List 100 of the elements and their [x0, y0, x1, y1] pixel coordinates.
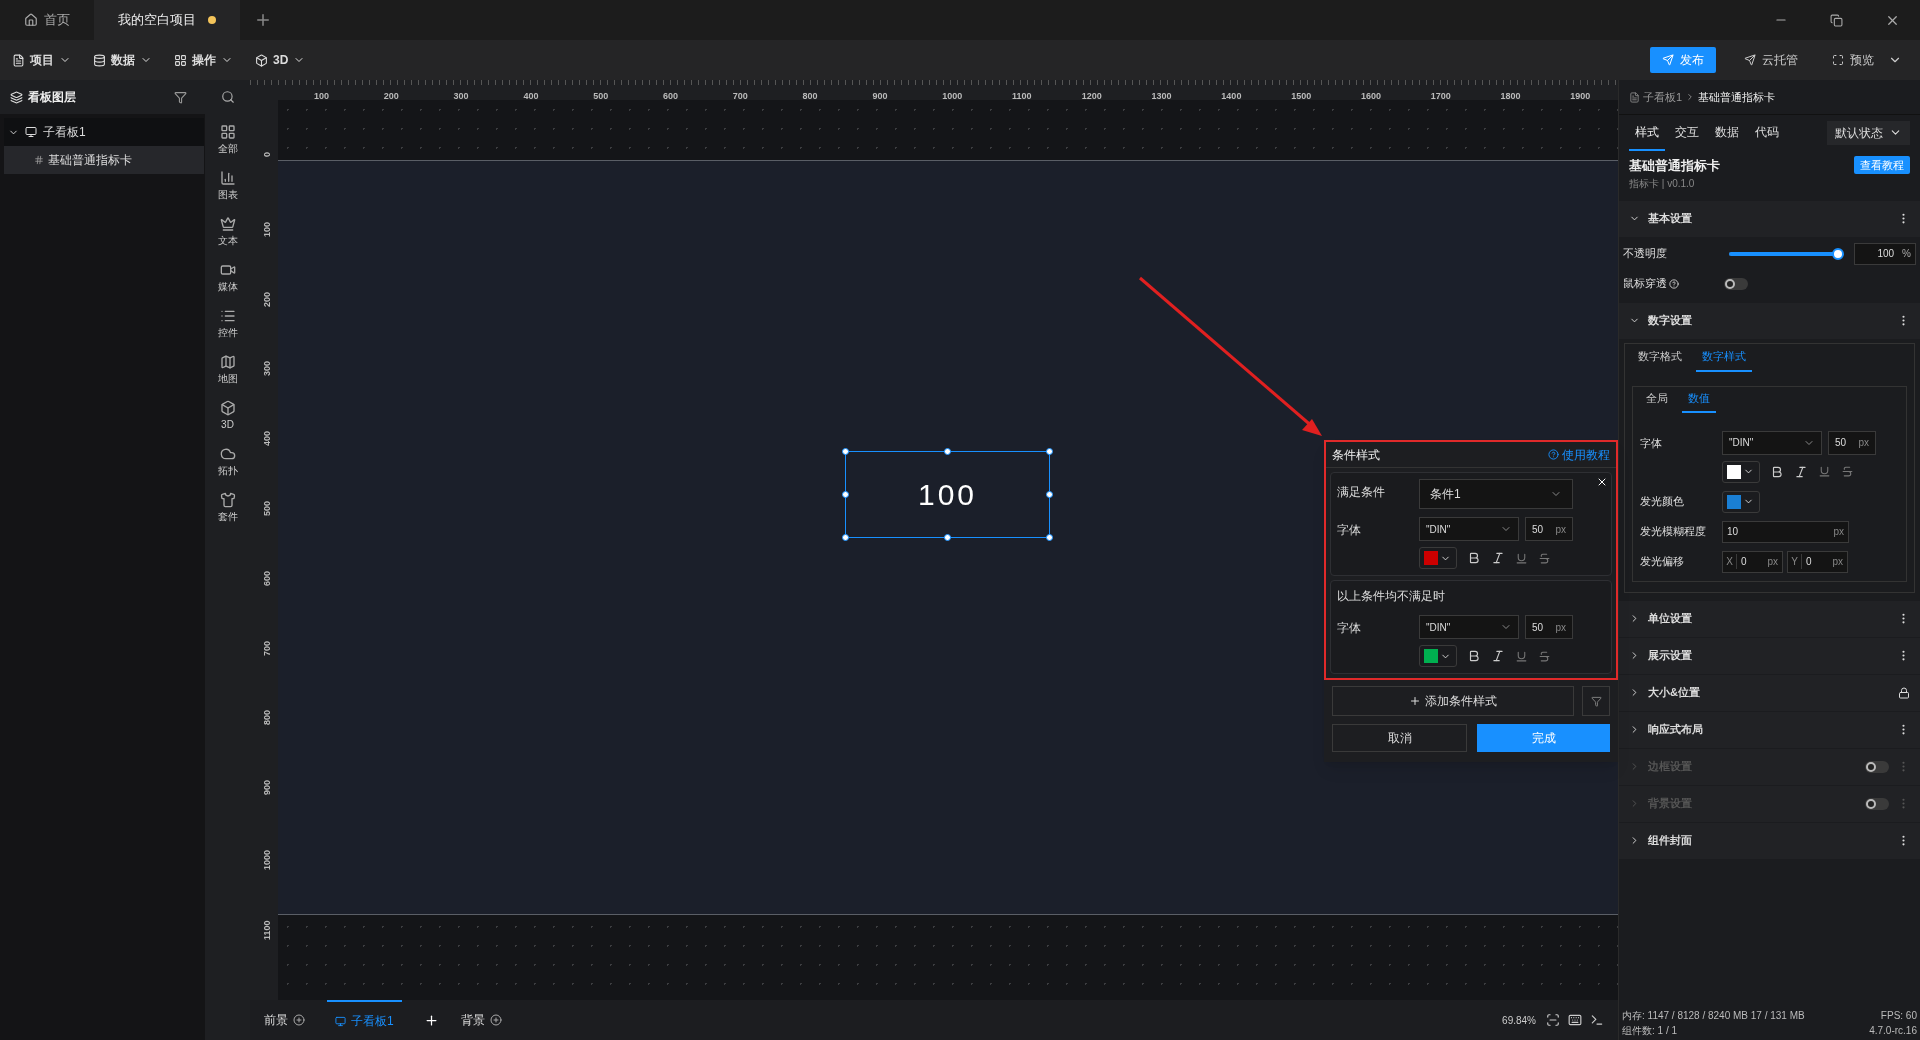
state-select[interactable]: 默认状态: [1827, 120, 1910, 145]
color-picker[interactable]: [1419, 645, 1457, 667]
add-board-icon[interactable]: [423, 1012, 439, 1028]
offset-field[interactable]: Y 0 px: [1787, 550, 1848, 573]
lock-icon[interactable]: [1898, 686, 1910, 699]
component-category[interactable]: 拓扑: [217, 446, 238, 478]
component-category[interactable]: 地图: [217, 354, 238, 386]
popup-title: 条件样式: [1332, 446, 1380, 464]
cloud-hosting-button[interactable]: 云托管: [1738, 47, 1804, 73]
opacity-field[interactable]: 100 %: [1854, 242, 1916, 265]
terminal-icon[interactable]: [1590, 1013, 1604, 1027]
cancel-button[interactable]: 取消: [1332, 724, 1467, 752]
component-category[interactable]: 图表: [217, 170, 238, 202]
toggle-switch[interactable]: [1724, 277, 1748, 290]
resize-handle[interactable]: [1046, 491, 1053, 498]
italic-icon[interactable]: [1491, 649, 1505, 663]
indicator-card[interactable]: 100: [845, 451, 1050, 538]
size-field[interactable]: 50 px: [1828, 430, 1876, 455]
section-header[interactable]: 展示设置: [1619, 637, 1920, 674]
field-label: 满足条件: [1337, 484, 1386, 501]
restore-icon[interactable]: [1830, 13, 1843, 27]
menu-button[interactable]: 3D: [255, 51, 306, 69]
settings-tab[interactable]: 数值: [1682, 386, 1716, 413]
filter-add-button[interactable]: [1582, 686, 1610, 716]
tab[interactable]: 首页: [0, 0, 94, 40]
close-icon[interactable]: [1596, 476, 1608, 488]
inspector-tab[interactable]: 数据: [1709, 114, 1745, 151]
menu-button[interactable]: 数据: [93, 51, 152, 69]
ruler-label: 1500: [1291, 91, 1312, 101]
resize-handle[interactable]: [842, 491, 849, 498]
tree-item[interactable]: 子看板1: [4, 118, 204, 146]
color-picker[interactable]: [1722, 490, 1760, 513]
field-label: 鼠标穿透: [1623, 275, 1718, 292]
board-tab[interactable]: 子看板1: [327, 1000, 402, 1040]
strikethrough-icon[interactable]: [1538, 551, 1551, 565]
color-picker[interactable]: [1722, 460, 1760, 483]
offset-field[interactable]: X 0 px: [1722, 550, 1783, 573]
size-field[interactable]: 50 px: [1525, 615, 1573, 639]
resize-handle[interactable]: [1046, 534, 1053, 541]
resize-handle[interactable]: [842, 448, 849, 455]
underline-icon[interactable]: [1515, 551, 1528, 565]
bold-icon[interactable]: [1770, 464, 1784, 479]
resize-handle[interactable]: [842, 534, 849, 541]
bold-icon[interactable]: [1467, 551, 1481, 565]
ruler-label: 900: [260, 780, 273, 798]
color-picker[interactable]: [1419, 547, 1457, 569]
inspector-tab[interactable]: 样式: [1629, 114, 1665, 151]
slider-thumb[interactable]: [1832, 247, 1845, 260]
tab[interactable]: 我的空白项目: [94, 0, 240, 40]
component-count: 组件数: 1 / 1: [1622, 1024, 1677, 1038]
component-title: 基础普通指标卡: [1629, 157, 1720, 175]
category-icon: [219, 262, 236, 278]
section-header[interactable]: 大小&位置: [1619, 674, 1920, 711]
strikethrough-icon[interactable]: [1538, 649, 1551, 663]
component-category[interactable]: 文本: [217, 216, 238, 248]
new-tab-icon[interactable]: [254, 11, 272, 29]
board-icon: [335, 1015, 346, 1027]
underline-icon[interactable]: [1515, 649, 1528, 663]
add-condition-button[interactable]: 添加条件样式: [1332, 686, 1574, 716]
search-icon[interactable]: [220, 90, 235, 104]
settings-tab[interactable]: 数字样式: [1696, 343, 1752, 372]
font-select[interactable]: "DIN": [1419, 615, 1519, 639]
font-select[interactable]: "DIN": [1722, 430, 1822, 455]
section-header[interactable]: 单位设置: [1619, 600, 1920, 637]
filter-icon[interactable]: [174, 90, 187, 104]
inspector-tab[interactable]: 代码: [1749, 114, 1785, 151]
menu-button[interactable]: 项目: [12, 51, 71, 69]
breadcrumb-item[interactable]: 子看板1: [1643, 88, 1683, 106]
ruler-label: 1800: [1500, 91, 1521, 101]
resize-handle[interactable]: [944, 448, 951, 455]
inspector-tab[interactable]: 交互: [1669, 114, 1705, 151]
section-header[interactable]: 组件封面: [1619, 822, 1920, 859]
italic-icon[interactable]: [1794, 464, 1808, 479]
resize-handle[interactable]: [944, 534, 951, 541]
underline-icon[interactable]: [1818, 465, 1831, 478]
component-category[interactable]: 3D: [217, 400, 238, 432]
bold-icon[interactable]: [1467, 649, 1481, 663]
settings-tab[interactable]: 全局: [1640, 386, 1674, 413]
board-tab[interactable]: 背景: [460, 1000, 502, 1040]
font-select[interactable]: "DIN": [1419, 517, 1519, 541]
keyboard-icon[interactable]: [1568, 1013, 1582, 1027]
component-category[interactable]: 套件: [217, 492, 238, 524]
preview-button[interactable]: 预览: [1826, 47, 1908, 73]
condition-select[interactable]: 条件1: [1419, 479, 1573, 509]
fit-screen-icon[interactable]: [1546, 1013, 1560, 1027]
settings-tab[interactable]: 数字格式: [1632, 343, 1688, 372]
blur-field[interactable]: 10 px: [1722, 520, 1849, 543]
component-category[interactable]: 全部: [217, 124, 238, 156]
board-tab[interactable]: 前景: [264, 1000, 305, 1040]
resize-handle[interactable]: [1046, 448, 1053, 455]
section-header[interactable]: 响应式布局: [1619, 711, 1920, 748]
tree-item[interactable]: 基础普通指标卡: [4, 146, 204, 174]
ruler-label: 100: [260, 221, 273, 239]
tutorial-link[interactable]: 使用教程: [1548, 445, 1610, 464]
strikethrough-icon[interactable]: [1841, 465, 1854, 478]
component-category[interactable]: 控件: [217, 308, 238, 340]
size-field[interactable]: 50 px: [1525, 517, 1573, 541]
menu-button[interactable]: 操作: [174, 51, 233, 69]
component-category[interactable]: 媒体: [217, 262, 238, 294]
italic-icon[interactable]: [1491, 551, 1505, 565]
